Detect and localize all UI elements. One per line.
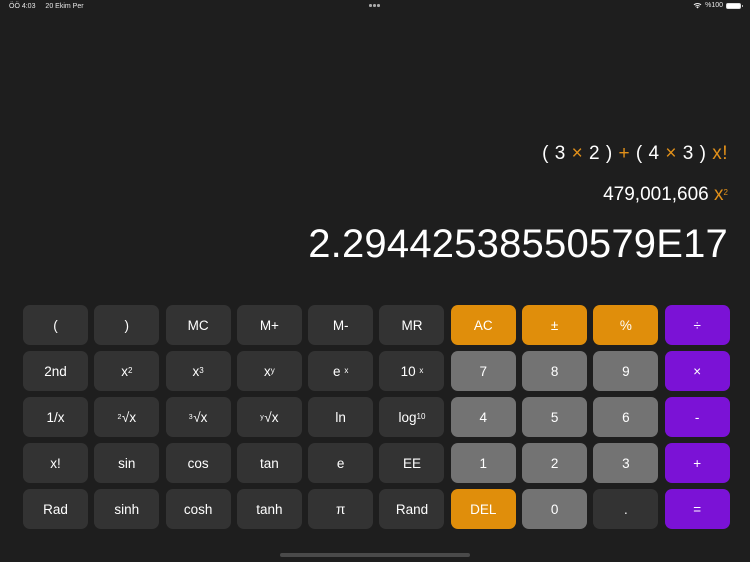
memory-recall-button[interactable]: MR (379, 305, 445, 345)
natural-log-button[interactable]: ln (308, 397, 374, 437)
battery-percent: %100 (705, 2, 723, 9)
expression-token: 4 (648, 143, 660, 164)
log10-button[interactable]: log 10 (379, 397, 445, 437)
delete-button[interactable]: DEL (450, 489, 516, 529)
expression-display: ( 3 × 2 ) + ( 4 × 3 ) x! (542, 143, 728, 165)
digit-8-button[interactable]: 8 (522, 351, 588, 391)
e-power-x-button[interactable]: e x (308, 351, 374, 391)
divide-button[interactable]: ÷ (664, 305, 730, 345)
home-indicator[interactable] (280, 553, 470, 557)
ten-power-x-button[interactable]: 10 x (379, 351, 445, 391)
digit-9-button[interactable]: 9 (593, 351, 659, 391)
expression-operator: x! (712, 143, 728, 164)
y-root-button[interactable]: y √x (236, 397, 302, 437)
expression-token: ) (605, 143, 613, 164)
expression-token: ( (542, 143, 549, 164)
memory-subtract-button[interactable]: M- (308, 305, 374, 345)
x-cubed-button[interactable]: x3 (165, 351, 231, 391)
square-root-button[interactable]: 2 √x (94, 397, 160, 437)
euler-constant-button[interactable]: e (308, 443, 374, 483)
cosh-button[interactable]: cosh (165, 489, 231, 529)
sin-button[interactable]: sin (94, 443, 160, 483)
status-time: ÖÖ 4:03 (9, 3, 36, 10)
equals-button[interactable]: = (664, 489, 730, 529)
x-squared-button[interactable]: x2 (94, 351, 160, 391)
digit-5-button[interactable]: 5 (522, 397, 588, 437)
percent-button[interactable]: % (593, 305, 659, 345)
keypad: ( ) MC M+ M- MR AC ± % ÷ 2nd x2 x3 xy e … (23, 305, 730, 529)
expression-token: 2 (589, 143, 601, 164)
tan-button[interactable]: tan (236, 443, 302, 483)
previous-value: 479,001,606 (603, 184, 709, 205)
digit-4-button[interactable]: 4 (450, 397, 516, 437)
multiply-button[interactable]: × (664, 351, 730, 391)
digit-6-button[interactable]: 6 (593, 397, 659, 437)
x-power-y-button[interactable]: xy (236, 351, 302, 391)
digit-0-button[interactable]: 0 (522, 489, 588, 529)
memory-clear-button[interactable]: MC (165, 305, 231, 345)
random-button[interactable]: Rand (379, 489, 445, 529)
digit-7-button[interactable]: 7 (450, 351, 516, 391)
digit-3-button[interactable]: 3 (593, 443, 659, 483)
digit-1-button[interactable]: 1 (450, 443, 516, 483)
expression-operator: + (618, 143, 631, 164)
previous-operation: x2 (714, 184, 728, 205)
wifi-icon (693, 2, 702, 9)
tanh-button[interactable]: tanh (236, 489, 302, 529)
expression-token: ) (699, 143, 707, 164)
radian-toggle-button[interactable]: Rad (23, 489, 88, 529)
factorial-button[interactable]: x! (23, 443, 88, 483)
all-clear-button[interactable]: AC (450, 305, 516, 345)
expression-operator: × (665, 143, 677, 164)
expression-token: 3 (682, 143, 694, 164)
multitasking-dots-icon[interactable] (369, 4, 380, 7)
subtract-button[interactable]: - (664, 397, 730, 437)
expression-token: ( (635, 143, 643, 164)
memory-add-button[interactable]: M+ (236, 305, 302, 345)
battery-icon (726, 2, 743, 9)
reciprocal-button[interactable]: 1/x (23, 397, 88, 437)
close-paren-button[interactable]: ) (94, 305, 160, 345)
status-bar: ÖÖ 4:03 20 Ekim Per %100 (0, 0, 750, 14)
previous-value-display: 479,001,606 x2 (603, 184, 728, 206)
expression-operator: × (571, 143, 584, 164)
sinh-button[interactable]: sinh (94, 489, 160, 529)
cos-button[interactable]: cos (165, 443, 231, 483)
expression-token: 3 (554, 143, 566, 164)
second-function-button[interactable]: 2nd (23, 351, 88, 391)
decimal-button[interactable]: . (593, 489, 659, 529)
add-button[interactable]: + (664, 443, 730, 483)
plus-minus-button[interactable]: ± (522, 305, 588, 345)
digit-2-button[interactable]: 2 (522, 443, 588, 483)
exponent-entry-button[interactable]: EE (379, 443, 445, 483)
open-paren-button[interactable]: ( (23, 305, 88, 345)
cube-root-button[interactable]: 3 √x (165, 397, 231, 437)
result-display: 2.29442538550579E17 (308, 222, 728, 266)
status-date: 20 Ekim Per (45, 3, 84, 10)
pi-button[interactable]: π (308, 489, 374, 529)
